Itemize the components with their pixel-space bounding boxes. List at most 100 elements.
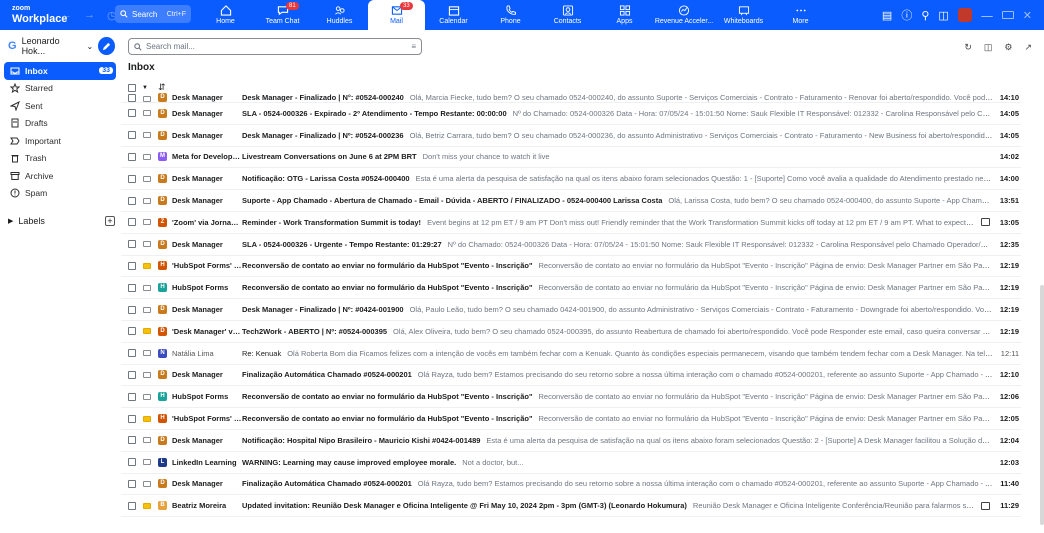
- email-row[interactable]: D Desk Manager Desk Manager - Finalizado |…: [121, 299, 1021, 321]
- account-switcher[interactable]: G Leonardo Hok... ⌄: [0, 30, 121, 62]
- global-search[interactable]: Search Ctrl+F: [115, 5, 191, 23]
- sidebar-item-important[interactable]: Important: [4, 132, 116, 150]
- tab-mail[interactable]: Mail 33: [368, 0, 425, 30]
- row-checkbox[interactable]: [128, 240, 136, 249]
- row-checkbox[interactable]: [128, 174, 136, 183]
- row-checkbox[interactable]: [128, 109, 136, 118]
- popout-icon[interactable]: ↗: [1024, 42, 1032, 53]
- forward-arrow-icon[interactable]: →: [84, 9, 95, 21]
- email-row[interactable]: H'HubSpot Forms' via ...Reconversão de c…: [121, 408, 1021, 430]
- row-checkbox[interactable]: [128, 349, 136, 358]
- sidebar-item-trash[interactable]: Trash: [4, 150, 116, 168]
- sidebar-item-starred[interactable]: Starred: [4, 80, 116, 98]
- envelope-icon[interactable]: [143, 219, 151, 226]
- envelope-icon[interactable]: [143, 480, 151, 487]
- select-all-checkbox[interactable]: [128, 83, 136, 92]
- envelope-icon[interactable]: [143, 328, 151, 335]
- email-row[interactable]: D Desk Manager Notificação: OTG - Larissa …: [121, 168, 1021, 191]
- close-icon[interactable]: ✕: [1023, 9, 1032, 22]
- labels-section[interactable]: ▶ Labels +: [8, 216, 115, 226]
- scrollbar[interactable]: [1040, 285, 1044, 525]
- settings-icon[interactable]: ⚙: [1004, 42, 1012, 53]
- envelope-icon[interactable]: [143, 393, 151, 400]
- tab-contacts[interactable]: Contacts: [539, 0, 596, 30]
- email-row[interactable]: M Meta for Developers Livestream Conversat…: [121, 147, 1021, 169]
- sidebar-item-spam[interactable]: Spam: [4, 185, 116, 203]
- envelope-icon[interactable]: [143, 371, 151, 378]
- email-row[interactable]: D Desk Manager Notificação: Hospital Nipo …: [121, 430, 1021, 452]
- row-checkbox[interactable]: [128, 131, 136, 140]
- email-row[interactable]: L LinkedIn Learning WARNING: Learning may …: [121, 452, 1021, 474]
- sidebar-item-sent[interactable]: Sent: [4, 97, 116, 115]
- row-checkbox[interactable]: [128, 218, 136, 227]
- row-checkbox[interactable]: [128, 414, 136, 423]
- email-row[interactable]: D Desk Manager Desk Manager - Finalizado |…: [121, 92, 1021, 103]
- row-checkbox[interactable]: [128, 436, 136, 445]
- row-checkbox[interactable]: [128, 196, 136, 205]
- email-row[interactable]: D Desk Manager SLA - 0524-000326 - Urgente…: [121, 234, 1021, 256]
- sidebar-item-inbox[interactable]: Inbox 33: [4, 62, 116, 80]
- row-checkbox[interactable]: [128, 94, 136, 102]
- email-row[interactable]: N Natália Lima Re: Kenuak Olá Roberta Bom d…: [121, 343, 1021, 365]
- envelope-icon[interactable]: [143, 284, 151, 291]
- back-arrow-icon[interactable]: ←: [61, 9, 72, 21]
- maximize-icon[interactable]: [1001, 11, 1014, 19]
- sidebar-item-drafts[interactable]: Drafts: [4, 115, 116, 133]
- envelope-icon[interactable]: [143, 437, 151, 444]
- envelope-icon[interactable]: [143, 175, 151, 182]
- envelope-icon[interactable]: [143, 110, 151, 117]
- email-row[interactable]: H HubSpot Forms Reconversão de contato ao …: [121, 277, 1021, 300]
- help-icon[interactable]: ⓘ: [901, 7, 912, 23]
- row-checkbox[interactable]: [128, 458, 136, 467]
- select-dropdown-icon[interactable]: ▼: [142, 85, 148, 91]
- email-row[interactable]: D Desk Manager Finalização Automática Cham…: [121, 365, 1021, 387]
- email-row[interactable]: D 'Desk Manager' via S...Tech2Work - ABER…: [121, 321, 1021, 343]
- envelope-icon[interactable]: [143, 241, 151, 248]
- row-checkbox[interactable]: [128, 152, 136, 161]
- chevron-down-icon[interactable]: ⌄: [86, 42, 93, 51]
- compose-button[interactable]: [98, 37, 115, 55]
- envelope-icon[interactable]: [143, 459, 151, 466]
- row-checkbox[interactable]: [128, 305, 136, 314]
- clipboard-icon[interactable]: ◫: [938, 9, 948, 22]
- envelope-icon[interactable]: [143, 132, 151, 139]
- tab-apps[interactable]: Apps: [596, 0, 653, 30]
- tab-more[interactable]: More: [772, 0, 829, 30]
- envelope-icon[interactable]: [143, 306, 151, 313]
- tab-phone[interactable]: Phone: [482, 0, 539, 30]
- row-checkbox[interactable]: [128, 327, 136, 336]
- row-checkbox[interactable]: [128, 501, 136, 510]
- avatar[interactable]: [957, 8, 972, 22]
- filter-icon[interactable]: ≡: [411, 42, 416, 51]
- envelope-icon[interactable]: [143, 153, 151, 160]
- minimize-icon[interactable]: [980, 13, 993, 17]
- sidebar-item-archive[interactable]: Archive: [4, 167, 116, 185]
- envelope-icon[interactable]: [143, 96, 151, 102]
- email-row[interactable]: D Desk Manager Finalização Automática Cham…: [121, 474, 1021, 496]
- refresh-icon[interactable]: ↻: [964, 42, 972, 53]
- tab-whiteboards[interactable]: Whiteboards: [715, 0, 772, 30]
- toolbox-icon[interactable]: ▤: [882, 9, 892, 22]
- chevron-right-icon[interactable]: ▶: [8, 217, 13, 225]
- row-checkbox[interactable]: [128, 392, 136, 401]
- row-checkbox[interactable]: [128, 261, 136, 270]
- envelope-icon[interactable]: [143, 197, 151, 204]
- email-row[interactable]: D Desk Manager Suporte - App Chamado - Abe…: [121, 190, 1021, 212]
- mail-search-input[interactable]: Search mail... ≡: [128, 38, 422, 55]
- envelope-icon[interactable]: [143, 262, 151, 269]
- tab-calendar[interactable]: Calendar: [425, 0, 482, 30]
- envelope-icon[interactable]: [143, 415, 151, 422]
- row-checkbox[interactable]: [128, 479, 136, 488]
- tab-home[interactable]: Home: [197, 0, 254, 30]
- add-label-button[interactable]: +: [105, 216, 115, 226]
- row-checkbox[interactable]: [128, 283, 136, 292]
- envelope-icon[interactable]: [143, 350, 151, 357]
- email-row[interactable]: B Beatriz Moreira Updated invitation: Reun…: [121, 495, 1021, 518]
- email-row[interactable]: D Desk Manager Desk Manager - Finalizado |…: [121, 125, 1021, 147]
- notifications-icon[interactable]: ⚲: [921, 9, 929, 22]
- envelope-icon[interactable]: [143, 502, 151, 509]
- email-row[interactable]: H HubSpot Forms Reconversão de contato ao …: [121, 386, 1021, 409]
- row-checkbox[interactable]: [128, 370, 136, 379]
- email-row[interactable]: Z 'Zoom' via Jornaduca Reminder - Work Tra…: [121, 212, 1021, 234]
- email-row[interactable]: D Desk Manager SLA - 0524-000326 - Expirad…: [121, 103, 1021, 125]
